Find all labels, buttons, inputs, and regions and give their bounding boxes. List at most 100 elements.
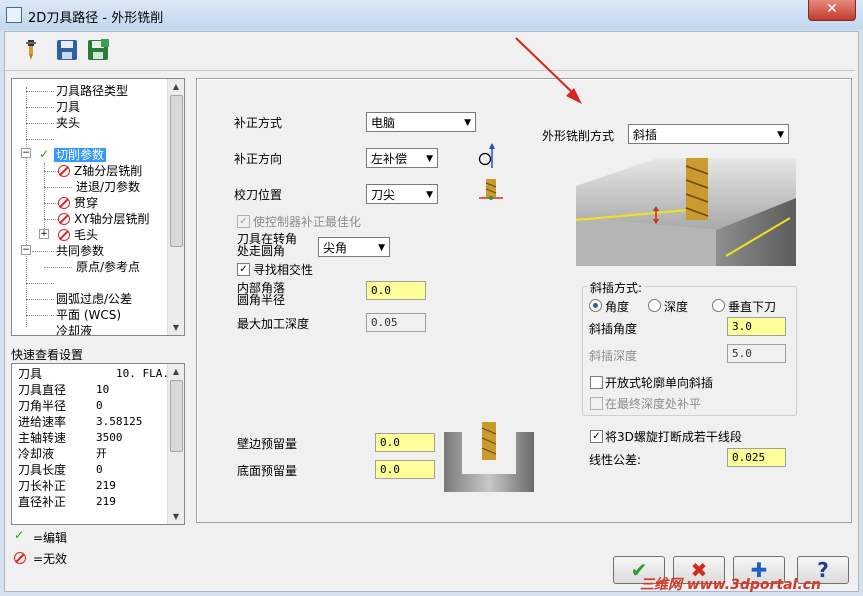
comp-type-label: 补正方式 <box>234 116 283 130</box>
invalid-icon <box>58 197 70 209</box>
tree-item-coolant[interactable]: 冷却液 <box>56 324 92 335</box>
helix-break-label: 将3D螺旋打断成若干线段 <box>605 430 742 444</box>
corner-select[interactable]: 尖角 ▼ <box>318 237 390 257</box>
dropdown-arrow-icon: ▼ <box>777 130 784 140</box>
legend-invalid: =无效 <box>33 552 68 566</box>
tree-item-arc-filter[interactable]: 圆弧过虑/公差 <box>56 292 132 306</box>
inner-corner-label-line2: 圆角半径 <box>237 293 286 307</box>
qv-value: 0 <box>96 399 103 412</box>
wall-stock-label: 壁边预留量 <box>237 437 298 451</box>
comp-type-value: 电脑 <box>371 116 396 130</box>
tree-item-tool[interactable]: 刀具 <box>56 100 80 114</box>
tree-item-tabs[interactable]: 毛头 <box>58 228 98 242</box>
invalid-icon <box>58 213 70 225</box>
comp-type-select[interactable]: 电脑 ▼ <box>366 112 476 132</box>
comp-dir-select[interactable]: 左补偿 ▼ <box>366 148 438 168</box>
tree-scrollbar[interactable]: ▲ ▼ <box>167 79 184 335</box>
inner-corner-input[interactable]: 0.0 <box>366 281 426 300</box>
open-contour-checkbox[interactable] <box>590 376 603 389</box>
invalid-icon <box>58 165 70 177</box>
collapse-icon[interactable]: − <box>21 148 31 158</box>
ramp-group-label: 斜插方式: <box>588 279 645 296</box>
qv-label: 刀具长度 <box>18 463 67 477</box>
intersect-checkbox[interactable]: ✓ <box>237 263 250 276</box>
tree-item-toolpath-type[interactable]: 刀具路径类型 <box>56 84 128 98</box>
max-depth-label: 最大加工深度 <box>237 317 310 331</box>
tree-item-xy-depth[interactable]: XY轴分层铣削 <box>58 212 150 226</box>
scroll-down-icon[interactable]: ▼ <box>168 320 184 335</box>
invalid-icon <box>58 229 70 241</box>
tree-item-break-through[interactable]: 贯穿 <box>58 196 98 210</box>
qv-label: 进给速率 <box>18 415 67 429</box>
ramp-depth-radio-label: 深度 <box>664 300 689 314</box>
wall-stock-input[interactable]: 0.0 <box>375 433 435 452</box>
tree-item-common-params[interactable]: 共同参数 <box>56 244 104 258</box>
ramp-angle-radio[interactable] <box>589 299 602 312</box>
tree-item-planes[interactable]: 平面 (WCS) <box>56 308 121 322</box>
save-as-icon[interactable] <box>86 38 112 64</box>
quick-view-scrollbar[interactable]: ▲ ▼ <box>167 364 184 524</box>
tree-item-lead-in-out[interactable]: 进退/刀参数 <box>76 180 140 194</box>
tree-item-z-depth[interactable]: Z轴分层铣削 <box>58 164 142 178</box>
qv-value: 3500 <box>96 431 123 444</box>
corner-label: 刀具在转角 处走圆角 <box>237 233 297 257</box>
contour-type-label: 外形铣削方式 <box>542 129 615 143</box>
edit-check-icon: ✓ <box>14 528 25 542</box>
ramp-depth-label: 斜插深度 <box>589 349 638 363</box>
expand-icon[interactable]: + <box>39 229 49 239</box>
save-icon[interactable] <box>55 38 81 64</box>
ramp-depth-radio[interactable] <box>648 299 661 312</box>
qv-value: 219 <box>96 495 116 508</box>
final-depth-label: 在最终深度处补平 <box>605 397 702 411</box>
ramp-preview-image <box>575 158 796 269</box>
contour-type-select[interactable]: 斜插 ▼ <box>628 124 789 144</box>
floor-stock-input[interactable]: 0.0 <box>375 460 435 479</box>
ramp-angle-label: 斜插角度 <box>589 322 638 336</box>
contour-type-value: 斜插 <box>633 128 658 142</box>
comp-dir-label: 补正方向 <box>234 152 283 166</box>
ramp-vertical-radio[interactable] <box>712 299 725 312</box>
dropdown-arrow-icon: ▼ <box>378 243 385 253</box>
qv-value: 219 <box>96 479 116 492</box>
open-contour-label: 开放式轮廓单向斜插 <box>605 376 714 390</box>
qv-value: 0 <box>96 463 103 476</box>
stock-preview-image <box>444 422 534 495</box>
quick-view-list: 刀具 10. FLA... 刀具直径 10 刀角半径 0 进给速率 3.5812… <box>11 363 185 525</box>
toolbar-separator <box>5 70 855 71</box>
final-depth-checkbox[interactable] <box>590 397 603 410</box>
close-button[interactable]: ✕ <box>808 0 856 21</box>
parameter-tree[interactable]: 刀具路径类型 刀具 夹头 − ✓ 切削参数 Z轴分层铣削 进退/刀参数 贯穿 X… <box>11 78 185 336</box>
scroll-up-icon[interactable]: ▲ <box>168 364 184 379</box>
scroll-thumb[interactable] <box>170 380 183 452</box>
qv-value: 开 <box>96 447 107 460</box>
scroll-down-icon[interactable]: ▼ <box>168 509 184 524</box>
linear-tol-input[interactable]: 0.025 <box>727 448 786 467</box>
dropdown-arrow-icon: ▼ <box>426 190 433 200</box>
invalid-icon <box>14 551 30 565</box>
helix-break-checkbox[interactable]: ✓ <box>590 430 603 443</box>
tip-comp-value: 刀尖 <box>371 188 396 202</box>
qv-value: 10 <box>96 383 110 396</box>
tree-item-break-through-label: 贯穿 <box>74 196 99 210</box>
tool-tip-icon <box>478 178 504 209</box>
annotation-arrow <box>510 34 590 113</box>
ramp-angle-input[interactable]: 3.0 <box>727 317 786 336</box>
legend-edit: =编辑 <box>33 531 68 545</box>
tip-comp-select[interactable]: 刀尖 ▼ <box>366 184 438 204</box>
dropdown-arrow-icon: ▼ <box>464 118 471 128</box>
tree-item-home-ref[interactable]: 原点/参考点 <box>76 260 140 274</box>
tree-item-z-depth-label: Z轴分层铣削 <box>74 164 143 178</box>
max-depth-input[interactable]: 0.05 <box>366 313 426 332</box>
tree-item-holder[interactable]: 夹头 <box>56 116 80 130</box>
optimize-checkbox[interactable]: ✓ <box>237 215 250 228</box>
tree-item-xy-depth-label: XY轴分层铣削 <box>74 212 150 226</box>
qv-label: 刀具 <box>18 367 43 381</box>
watermark: 三维网 www.3dportal.cn <box>640 577 821 593</box>
tree-item-cut-params[interactable]: 切削参数 <box>54 148 107 162</box>
scroll-thumb[interactable] <box>170 95 183 247</box>
ramp-depth-input[interactable]: 5.0 <box>727 344 786 363</box>
tool-icon[interactable] <box>18 38 44 64</box>
qv-label: 刀角半径 <box>18 399 67 413</box>
scroll-up-icon[interactable]: ▲ <box>168 79 184 94</box>
collapse-icon[interactable]: − <box>21 245 31 255</box>
